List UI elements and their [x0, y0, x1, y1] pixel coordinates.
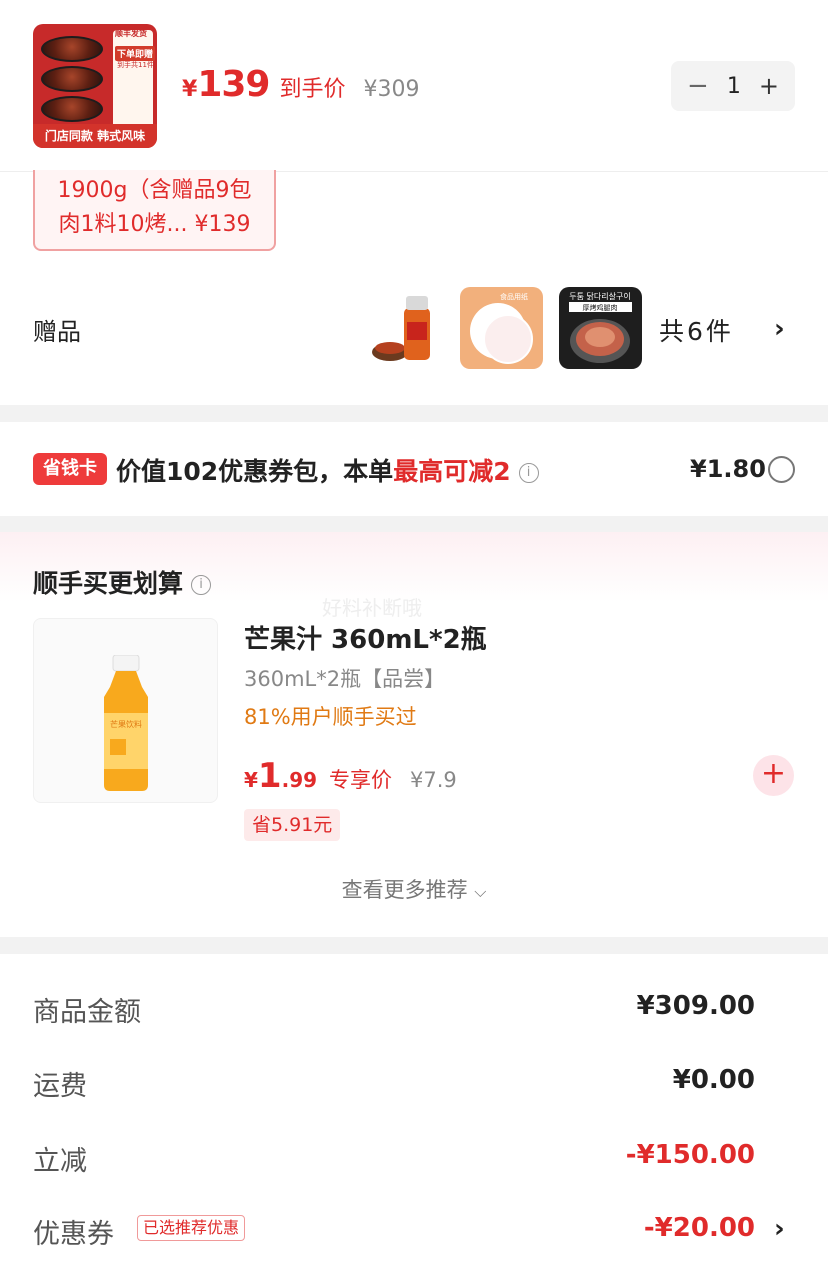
currency-symbol: ¥ — [244, 768, 258, 792]
price-decimal: .99 — [281, 768, 318, 792]
spec-line-2: 肉1料10烤... ¥139 — [58, 212, 251, 237]
summary-value-coupon[interactable]: -¥20.00 — [644, 1213, 755, 1243]
summary-label-discount: 立减 — [33, 1146, 87, 1177]
minus-icon[interactable]: − — [687, 71, 709, 101]
product-thumbnail[interactable]: 顺丰发货 下单即赠 到手共11件 门店同款 韩式风味 — [33, 24, 157, 148]
currency-symbol: ¥ — [182, 77, 198, 102]
chicken-pack-sublabel: 厚烤鸡腿肉 — [583, 303, 618, 312]
add-to-cart-button[interactable]: + — [753, 755, 794, 796]
final-price: 139 — [197, 64, 270, 105]
savings-text: 价值102优惠券包，本单最高可减2 i — [116, 452, 539, 488]
price-tag: 专享价 — [329, 768, 393, 792]
baking-paper-label: 食品用纸 — [500, 292, 528, 301]
product-stat: 81%用户顺手买过 — [244, 705, 417, 729]
juice-bottle-icon: 芒果饮料 — [104, 655, 148, 791]
seasoning-jar-icon — [370, 288, 436, 370]
info-icon[interactable]: i — [518, 463, 539, 483]
thumb-promo-sub: 到手共11件 — [117, 61, 154, 69]
view-more-label: 查看更多推荐 — [341, 878, 468, 902]
recommend-title: 顺手买更划算 i — [33, 564, 212, 600]
recommend-title-text: 顺手买更划算 — [33, 569, 184, 598]
product-name[interactable]: 芒果汁 360mL*2瓶 — [244, 619, 487, 656]
summary-value-subtotal: ¥309.00 — [636, 991, 755, 1021]
thumb-badge: 顺丰发货 — [115, 29, 147, 38]
original-price: ¥7.9 — [410, 768, 457, 792]
summary-label-subtotal: 商品金额 — [33, 997, 141, 1028]
bowls-image — [41, 36, 111, 126]
korean-chicken-pack-icon: 두툼 닭다리살구이 厚烤鸡腿肉 — [559, 287, 642, 369]
spec-line-1: 1900g（含赠品9包 — [57, 178, 252, 203]
savings-prefix: 价值102优惠券包，本单 — [116, 457, 394, 486]
gifts-label: 赠品 — [33, 318, 81, 346]
price-integer: 1 — [257, 756, 282, 796]
savings-price: ¥1.80 — [690, 455, 766, 483]
savings-highlight: 最高可减2 — [393, 457, 511, 486]
summary-label-coupon: 优惠券 — [33, 1219, 114, 1250]
gift-count[interactable]: 共6件 — [659, 312, 734, 348]
product-card: 顺丰发货 下单即赠 到手共11件 门店同款 韩式风味 ¥ 139 到手价 ¥30… — [0, 0, 828, 405]
chevron-right-icon[interactable]: › — [774, 314, 785, 344]
chevron-down-icon: ⌵ — [474, 882, 487, 901]
selected-spec[interactable]: 1900g（含赠品9包 肉1料10烤... ¥139 — [33, 170, 276, 251]
chicken-pack-label: 두툼 닭다리살구이 — [569, 291, 630, 301]
savings-radio[interactable] — [768, 456, 795, 483]
promo-panel — [113, 30, 153, 130]
product-price-row: ¥ 1 .99 专享价 ¥7.9 — [244, 756, 457, 796]
product-price-row: ¥ 139 到手价 ¥309 — [182, 64, 419, 105]
bottle-label: 芒果饮料 — [110, 719, 142, 729]
price-tag: 到手价 — [279, 77, 346, 102]
original-price: ¥309 — [363, 77, 420, 102]
summary-label-shipping: 运费 — [33, 1071, 87, 1102]
summary-value-discount: -¥150.00 — [625, 1140, 755, 1170]
watermark: 好料补断哦 — [322, 596, 422, 620]
save-badge: 省5.91元 — [244, 809, 341, 841]
product-spec: 360mL*2瓶【品尝】 — [244, 667, 446, 691]
thumb-promo: 下单即赠 — [115, 46, 156, 61]
thumb-footer: 门店同款 韩式风味 — [33, 124, 157, 148]
quantity-value[interactable]: 1 — [727, 74, 741, 99]
plus-icon[interactable]: + — [759, 72, 779, 100]
view-more-link[interactable]: 查看更多推荐 ⌵ — [0, 874, 828, 904]
coupon-tag: 已选推荐优惠 — [137, 1215, 246, 1241]
juice-image[interactable]: 芒果饮料 — [33, 618, 218, 803]
chevron-right-icon[interactable]: › — [774, 1214, 785, 1244]
info-icon[interactable]: i — [191, 575, 212, 595]
summary-value-shipping: ¥0.00 — [672, 1065, 755, 1095]
savings-badge: 省钱卡 — [33, 453, 107, 485]
baking-paper-icon: 食品用纸 — [460, 287, 543, 369]
quantity-stepper: − 1 + — [671, 61, 795, 111]
